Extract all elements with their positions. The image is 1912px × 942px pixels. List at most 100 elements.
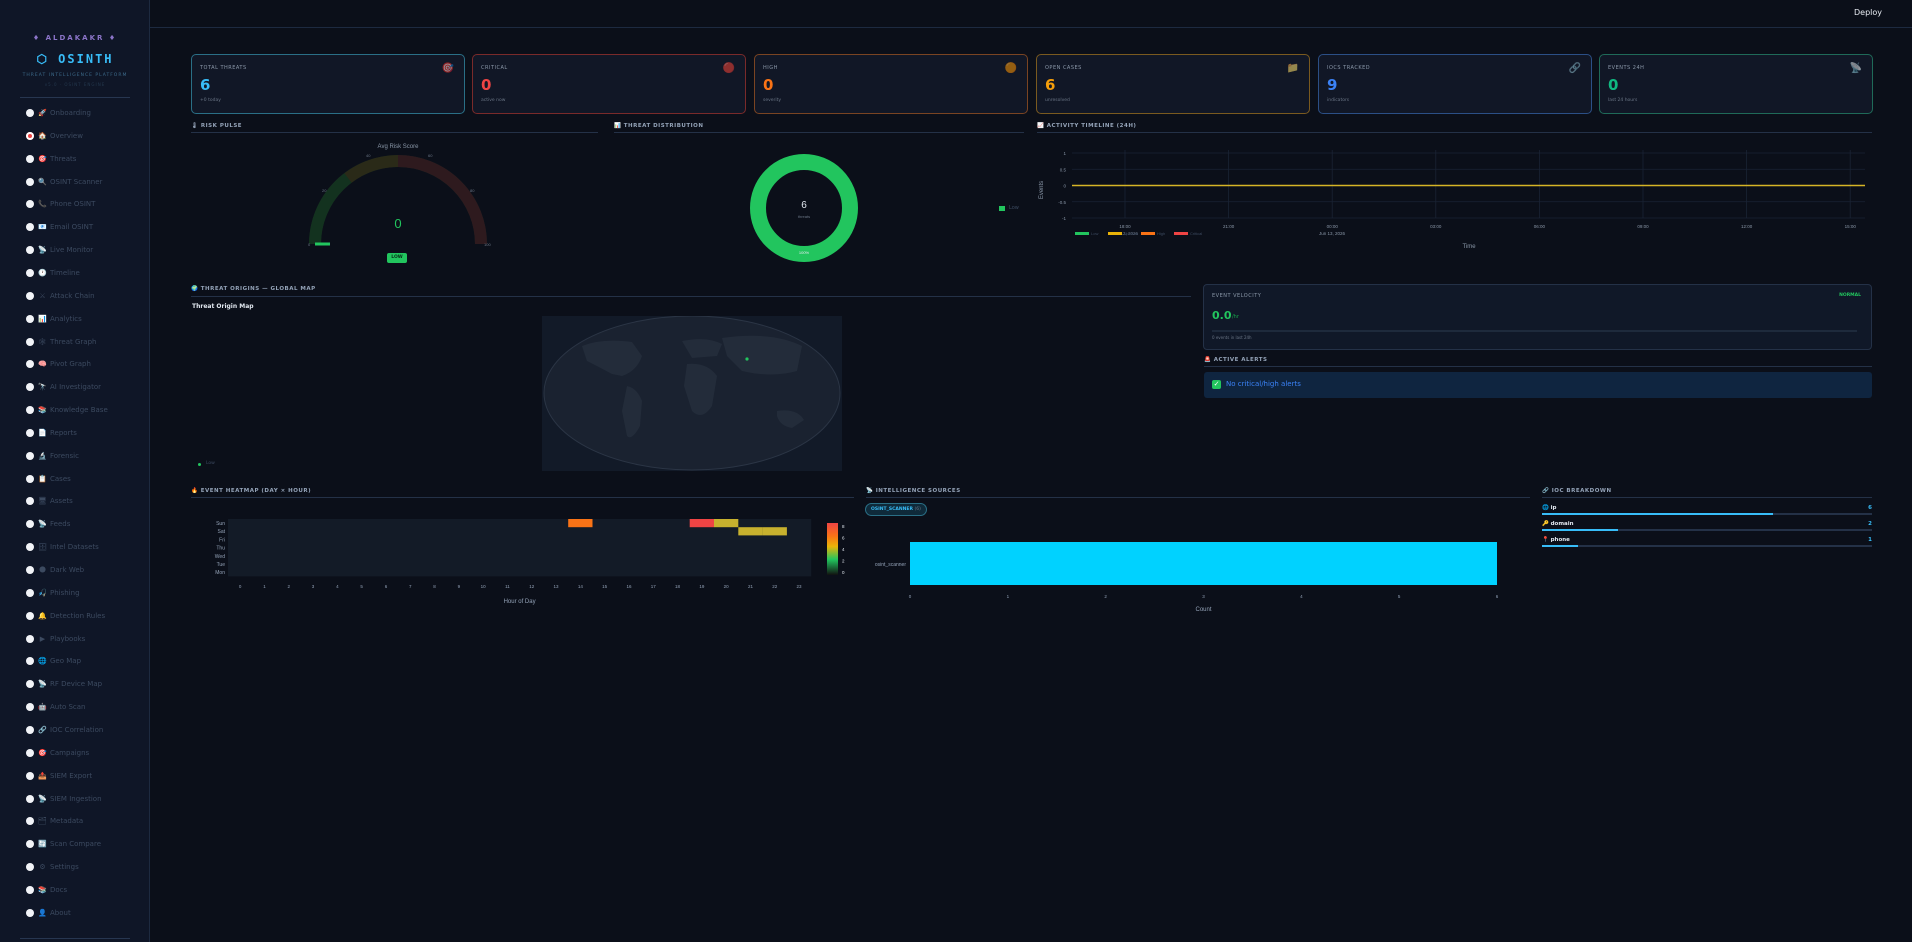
heatmap-colorbar-tick: 4 xyxy=(842,547,845,552)
radio-button[interactable] xyxy=(26,611,34,620)
sidebar-item-assets[interactable]: 🖥 Assets xyxy=(26,494,73,508)
timeline-ytick: 1 xyxy=(1063,151,1066,156)
sidebar-item-phishing[interactable]: 🎣 Phishing xyxy=(26,586,80,600)
radio-button[interactable] xyxy=(26,383,34,392)
radio-button[interactable] xyxy=(26,657,34,666)
heatmap-day-label: Thu xyxy=(216,546,225,552)
source-chip-count: (6) xyxy=(914,507,921,512)
sidebar-item-overview[interactable]: 🏠 Overview xyxy=(26,129,83,143)
radio-button[interactable] xyxy=(26,200,34,209)
radio-button[interactable] xyxy=(26,291,34,300)
radio-button[interactable] xyxy=(26,680,34,689)
heatmap-hour-label: 20 xyxy=(724,584,730,589)
sidebar-item-label: Phishing xyxy=(50,588,80,597)
deploy-button[interactable]: Deploy xyxy=(1854,8,1882,17)
kpi-value: 0 xyxy=(763,76,774,94)
sidebar-item-detection-rules[interactable]: 🔔 Detection Rules xyxy=(26,609,105,623)
source-filter-chip[interactable]: OSINT_SCANNER (6) xyxy=(865,503,927,516)
radio-button[interactable] xyxy=(26,246,34,255)
radio-button[interactable] xyxy=(26,520,34,529)
radio-button[interactable] xyxy=(26,634,34,643)
sidebar-item-label: Settings xyxy=(50,863,79,872)
sidebar-item-analytics[interactable]: 📊 Analytics xyxy=(26,312,82,326)
sidebar-item-attack-chain[interactable]: ⚔ Attack Chain xyxy=(26,289,95,303)
sidebar-item-live-monitor[interactable]: 📡 Live Monitor xyxy=(26,243,93,257)
sidebar-item-osint-scanner[interactable]: 🔍 OSINT Scanner xyxy=(26,175,102,189)
sidebar-item-pivot-graph[interactable]: 🧠 Pivot Graph xyxy=(26,357,91,371)
radio-button[interactable] xyxy=(26,885,34,894)
radio-button[interactable] xyxy=(26,428,34,437)
sidebar-item-threat-graph[interactable]: 🕸 Threat Graph xyxy=(26,335,96,349)
sidebar-item-knowledge-base[interactable]: 📚 Knowledge Base xyxy=(26,403,108,417)
sidebar-item-ioc-correlation[interactable]: 🔗 IOC Correlation xyxy=(26,723,103,737)
radio-button[interactable] xyxy=(26,131,34,140)
section-divider xyxy=(1542,497,1872,498)
sidebar-item-label: Timeline xyxy=(50,268,80,277)
radio-button[interactable] xyxy=(26,109,34,117)
sidebar-item-reports[interactable]: 📄 Reports xyxy=(26,426,77,440)
sidebar-item-geo-map[interactable]: 🌐 Geo Map xyxy=(26,654,81,668)
sidebar-item-onboarding[interactable]: 🚀 Onboarding xyxy=(26,106,91,120)
radio-button[interactable] xyxy=(26,543,34,552)
sidebar-item-feeds[interactable]: 📡 Feeds xyxy=(26,517,70,531)
sidebar-item-about[interactable]: 👤 About xyxy=(26,906,71,920)
radio-button[interactable] xyxy=(26,863,34,872)
radio-button[interactable] xyxy=(26,360,34,369)
radio-button[interactable] xyxy=(26,497,34,506)
radio-button[interactable] xyxy=(26,177,34,186)
sidebar-item-label: Attack Chain xyxy=(50,291,95,300)
sidebar-item-email-osint[interactable]: 📧 Email OSINT xyxy=(26,220,93,234)
radio-button[interactable] xyxy=(26,840,34,849)
sidebar-item-cases[interactable]: 📋 Cases xyxy=(26,472,71,486)
nav-icon: 👤 xyxy=(38,908,47,917)
sidebar-item-intel-datasets[interactable]: 🗄 Intel Datasets xyxy=(26,540,99,554)
map-legend-label: Low xyxy=(206,461,215,466)
radio-button[interactable] xyxy=(26,474,34,483)
source-chip-label: OSINT_SCANNER xyxy=(871,507,913,512)
sidebar-item-playbooks[interactable]: ▶ Playbooks xyxy=(26,632,85,646)
sidebar-item-siem-ingestion[interactable]: 📡 SIEM Ingestion xyxy=(26,792,102,806)
sidebar-item-docs[interactable]: 📚 Docs xyxy=(26,883,67,897)
radio-button[interactable] xyxy=(26,725,34,734)
radio-button[interactable] xyxy=(26,588,34,597)
kpi-label: TOTAL THREATS xyxy=(200,65,247,71)
sidebar-item-phone-osint[interactable]: 📞 Phone OSINT xyxy=(26,197,95,211)
sidebar-item-forensic[interactable]: 🔬 Forensic xyxy=(26,449,79,463)
heatmap-background xyxy=(228,519,812,577)
radio-button[interactable] xyxy=(26,566,34,574)
section-divider xyxy=(866,497,1530,498)
radio-button[interactable] xyxy=(26,406,34,415)
heatmap-hour-label: 0 xyxy=(239,584,242,589)
radio-button[interactable] xyxy=(26,268,34,277)
radio-button[interactable] xyxy=(26,748,34,757)
sidebar-item-rf-device-map[interactable]: 📡 RF Device Map xyxy=(26,677,102,691)
sidebar-item-ai-investigator[interactable]: 🔭 AI Investigator xyxy=(26,380,101,394)
ioc-count: 2 xyxy=(1868,521,1872,527)
radio-button[interactable] xyxy=(26,337,34,346)
sidebar-item-auto-scan[interactable]: 🤖 Auto Scan xyxy=(26,700,86,714)
sidebar-item-siem-export[interactable]: 📤 SIEM Export xyxy=(26,769,92,783)
sidebar-item-dark-web[interactable]: 🌑 Dark Web xyxy=(26,563,84,577)
radio-button[interactable] xyxy=(26,817,34,826)
kpi-icon: 📁 xyxy=(1286,63,1299,74)
kpi-label: OPEN CASES xyxy=(1045,65,1082,71)
radio-button[interactable] xyxy=(26,771,34,780)
radio-button[interactable] xyxy=(26,451,34,460)
sidebar-item-metadata[interactable]: 🗂 Metadata xyxy=(26,814,83,828)
radio-button[interactable] xyxy=(26,314,34,323)
sidebar-item-timeline[interactable]: 🕐 Timeline xyxy=(26,266,80,280)
sidebar-item-threats[interactable]: 🎯 Threats xyxy=(26,152,76,166)
timeline-legend-label: Medium xyxy=(1124,231,1139,236)
nav-icon: ▶ xyxy=(39,634,46,643)
sidebar-item-scan-compare[interactable]: 🔄 Scan Compare xyxy=(26,837,101,851)
radio-button[interactable] xyxy=(26,223,34,232)
gauge-value: 0 xyxy=(394,216,401,231)
nav-icon: 📄 xyxy=(38,428,47,437)
radio-button[interactable] xyxy=(26,908,34,917)
sidebar-item-campaigns[interactable]: 🎯 Campaigns xyxy=(26,746,89,760)
radio-button[interactable] xyxy=(26,703,34,712)
radio-button[interactable] xyxy=(26,154,34,163)
sidebar-item-settings[interactable]: ⚙ Settings xyxy=(26,860,79,874)
heatmap-day-label: Mon xyxy=(215,570,225,576)
radio-button[interactable] xyxy=(26,794,34,803)
